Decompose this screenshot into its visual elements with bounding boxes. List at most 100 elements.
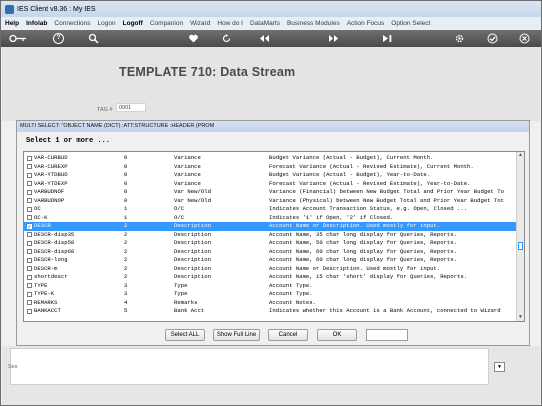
tag-field[interactable]: 0001 — [116, 103, 146, 112]
list-item[interactable]: DESCR-disp35 2 Description Account Name, 35… — [24, 231, 517, 240]
check-icon[interactable] — [487, 33, 498, 44]
list-item[interactable]: REMARKS 4 Remarks Account Notes. — [24, 299, 517, 308]
list-item[interactable]: TYPE-K 3 Type Account Type. — [24, 290, 517, 299]
item-length: 0 — [124, 196, 128, 204]
menu-option-select[interactable]: Option Select — [391, 20, 430, 27]
checkbox[interactable] — [27, 274, 32, 280]
item-length: 2 — [124, 256, 128, 263]
checkbox[interactable] — [27, 291, 32, 297]
list-item[interactable]: VAR-YTDBUD 0 Variance Budget Variance (Actu… — [24, 171, 517, 180]
menu-logoff[interactable]: Logoff — [123, 20, 143, 27]
item-description: Variance (Physical) between New Budget T… — [269, 196, 504, 204]
checkbox[interactable] — [27, 240, 32, 246]
refresh-icon[interactable] — [221, 33, 232, 44]
rewind-icon[interactable] — [259, 33, 270, 44]
checkbox[interactable] — [27, 189, 32, 195]
list-item[interactable]: OC-K 1 O/C Indicates '1' if Open, '2' if Cl… — [24, 214, 517, 223]
checkbox[interactable] — [27, 164, 32, 169]
list-item[interactable]: DESCR-long 2 Description Account Name, 60 c… — [24, 256, 517, 265]
item-name: DESCR — [34, 222, 51, 229]
list-item[interactable]: DESCR-m 2 Description Account Name or Descr… — [24, 265, 517, 274]
window-title: IES Client v8.36 : My IES — [17, 5, 96, 13]
session-text-area[interactable] — [10, 348, 489, 385]
list-item[interactable]: BANKACCT 5 Bank Acct Indicates whether this… — [24, 307, 517, 316]
item-description: Account Name, 50 char long display for Q… — [269, 239, 457, 246]
menu-action-focus[interactable]: Action Focus — [347, 20, 385, 27]
menu-datamarts[interactable]: DataMarts — [250, 20, 280, 27]
checkbox[interactable]: ✓ — [27, 223, 32, 229]
session-label: Ses — [8, 364, 18, 370]
list-item[interactable]: VAR-CUREXP 0 Variance Forecast Variance (Ac… — [24, 163, 517, 172]
item-type: Variance — [174, 154, 201, 161]
checkbox[interactable] — [27, 257, 32, 263]
last-icon[interactable] — [382, 33, 393, 44]
checkbox[interactable] — [27, 249, 32, 254]
checkbox[interactable] — [27, 172, 32, 178]
list-item[interactable]: TYPE 3 Type Account Type. — [24, 282, 517, 291]
app-icon — [5, 4, 14, 14]
list-item[interactable]: ✓ DESCR 2 Description Account Name or Descri… — [24, 222, 517, 231]
cancel-button[interactable]: Cancel — [268, 329, 308, 341]
list-item[interactable]: OC 1 O/C Indicates Account Transaction Stat… — [24, 205, 517, 214]
item-name: TYPE — [34, 281, 48, 289]
menu-how-do-i[interactable]: How do I — [217, 20, 243, 27]
item-name: VAR-CUREXP — [34, 162, 68, 170]
dialog-input[interactable] — [366, 329, 408, 341]
list-item[interactable]: VARBUDNOF 0 Var New/Old Variance (Financial… — [24, 188, 517, 197]
page-title: TEMPLATE 710: Data Stream — [119, 65, 296, 79]
list-item[interactable]: VAR-YTDEXP 0 Variance Forecast Variance (Ac… — [24, 180, 517, 189]
dialog-title: MULTI SELECT: "OBJECT NAME (DICT) :ATT:S… — [17, 121, 529, 132]
help-icon[interactable]: ? — [53, 33, 64, 44]
menu-infolab[interactable]: Infolab — [26, 20, 47, 27]
ok-button[interactable]: OK — [317, 329, 357, 341]
list-item[interactable]: shortdescr 2 Description Account Name, 15 c… — [24, 273, 517, 282]
checkbox[interactable] — [27, 232, 32, 237]
chevron-down-icon[interactable]: ▼ — [494, 362, 505, 372]
select-all-button[interactable]: Select ALL — [165, 329, 205, 341]
key-icon[interactable] — [9, 33, 27, 44]
list-item[interactable]: DESCR-disp60 2 Description Account Name, 60… — [24, 248, 517, 257]
item-type: Description — [174, 247, 211, 255]
menu-connections[interactable]: Connections — [54, 20, 90, 27]
checkbox[interactable] — [27, 181, 32, 186]
menu-logon[interactable]: Logon — [98, 20, 116, 27]
checkbox[interactable] — [27, 283, 32, 288]
item-length: 3 — [124, 281, 128, 289]
vertical-scrollbar[interactable]: ▲ ▼ — [516, 152, 524, 321]
scroll-up-icon[interactable]: ▲ — [517, 152, 524, 159]
menu-companion[interactable]: Companion — [150, 20, 183, 27]
item-description: Forecast Variance (Actual - Revised Esti… — [269, 179, 471, 187]
close-icon[interactable] — [519, 33, 530, 44]
checkbox[interactable] — [27, 155, 32, 161]
list-item[interactable]: VAR-CURBUD 0 Variance Budget Variance (Actu… — [24, 154, 517, 163]
item-type: Variance — [174, 179, 201, 187]
menu-help[interactable]: Help — [5, 20, 19, 27]
item-type: Variance — [174, 162, 201, 170]
menu-business-modules[interactable]: Business Modules — [287, 20, 340, 27]
show-full-line-button[interactable]: Show Full Line — [213, 329, 260, 341]
list-item[interactable]: VARBUDNOP 0 Var New/Old Variance (Physical)… — [24, 197, 517, 206]
item-length: 2 — [124, 247, 128, 255]
checkbox[interactable] — [27, 215, 32, 220]
fast-forward-icon[interactable] — [328, 33, 339, 44]
checkbox[interactable] — [27, 198, 32, 203]
selection-list[interactable]: VAR-CURBUD 0 Variance Budget Variance (Actu… — [23, 151, 525, 322]
item-type: Var New/Old — [174, 188, 211, 195]
heart-icon[interactable] — [188, 33, 199, 44]
scroll-down-icon[interactable]: ▼ — [517, 314, 524, 321]
checkbox[interactable] — [27, 206, 32, 212]
item-length: 1 — [124, 205, 128, 212]
search-icon[interactable] — [88, 33, 99, 44]
menu-wizard[interactable]: Wizard — [190, 20, 210, 27]
item-description: Account Notes. — [269, 298, 316, 306]
toolbar: ? — [1, 30, 541, 47]
settings-icon[interactable] — [454, 33, 465, 44]
item-type: Type — [174, 290, 188, 297]
list-item[interactable]: DESCR-disp50 2 Description Account Name, 50… — [24, 239, 517, 248]
item-description: Indicates Account Transaction Status, e.… — [269, 205, 468, 212]
checkbox[interactable] — [27, 300, 32, 305]
scroll-thumb[interactable] — [518, 242, 523, 250]
checkbox[interactable] — [27, 266, 32, 271]
item-length: 0 — [124, 154, 128, 161]
checkbox[interactable] — [27, 308, 32, 314]
